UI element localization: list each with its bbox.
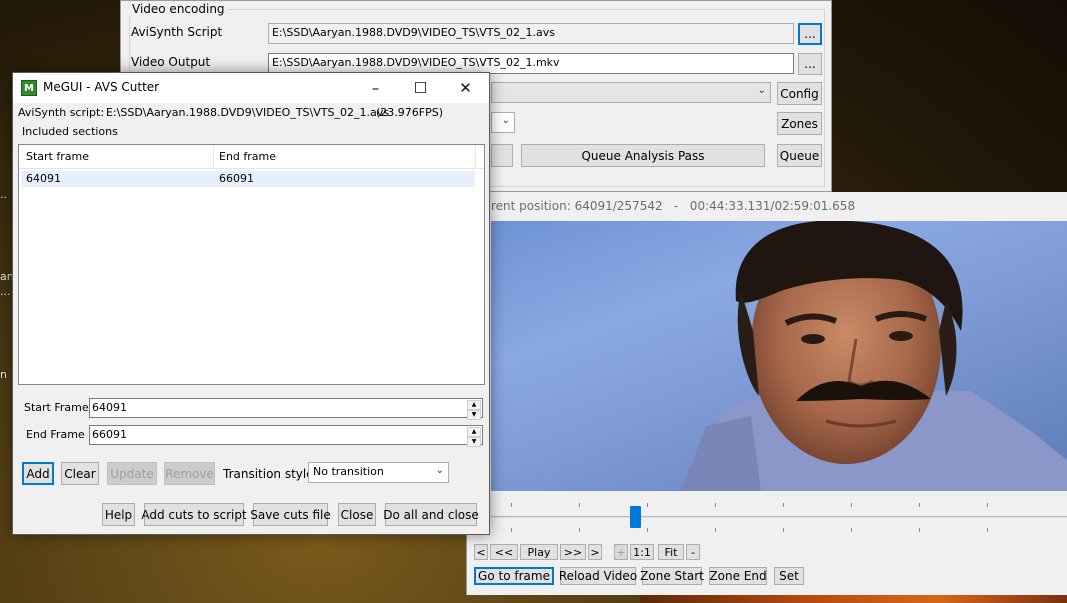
save-cuts-file-button[interactable]: Save cuts file	[250, 503, 331, 526]
dialog-title: MeGUI - AVS Cutter	[43, 80, 160, 94]
column-divider[interactable]	[475, 145, 476, 169]
update-button[interactable]: Update	[107, 462, 157, 485]
end-frame-label: End Frame	[26, 428, 85, 441]
video-frame	[491, 221, 1067, 491]
cell-start-frame: 64091	[26, 172, 61, 185]
remove-button[interactable]: Remove	[164, 462, 215, 485]
close-icon[interactable]: ✕	[443, 73, 488, 103]
clear-button[interactable]: Clear	[61, 462, 99, 485]
avisynth-script-field[interactable]: E:\SSD\Aaryan.1988.DVD9\VIDEO_TS\VTS_02_…	[268, 23, 794, 44]
megui-app-icon: M	[21, 80, 37, 96]
tick-mark	[987, 528, 988, 532]
config-button[interactable]: Config	[777, 82, 822, 105]
list-item[interactable]: 64091 66091	[21, 171, 475, 187]
start-frame-spinner[interactable]: 64091 ▲ ▼	[89, 398, 483, 420]
video-frame-image	[681, 221, 1067, 491]
video-encoding-group-title: Video encoding	[129, 2, 228, 16]
dialog-titlebar[interactable]: M MeGUI - AVS Cutter – ☐ ✕	[13, 73, 489, 103]
transition-style-label: Transition style	[223, 467, 314, 481]
chevron-down-icon: ⌄	[435, 465, 444, 476]
codec-dropdown[interactable]: ⌄	[491, 82, 771, 103]
tick-mark	[783, 528, 784, 532]
frame-trackbar[interactable]	[491, 516, 1067, 518]
trackbar-thumb[interactable]	[629, 506, 641, 528]
file-type-dropdown[interactable]: ⌄	[491, 112, 515, 133]
actual-size-button[interactable]: 1:1	[630, 544, 654, 560]
tick-mark	[511, 528, 512, 532]
tick-mark	[647, 528, 648, 532]
tick-mark	[783, 503, 784, 507]
tick-mark	[851, 528, 852, 532]
desktop-text-fragment: n	[0, 368, 7, 381]
partial-button[interactable]	[491, 144, 513, 167]
transition-style-value: No transition	[313, 465, 384, 478]
zoom-in-button[interactable]: +	[614, 544, 628, 560]
column-divider[interactable]	[213, 145, 214, 169]
spinner-arrows-icon[interactable]: ▲ ▼	[467, 427, 481, 447]
fps-value: (23.976FPS)	[376, 106, 444, 119]
browse-avisynth-button[interactable]: ...	[798, 23, 822, 45]
tick-mark	[715, 528, 716, 532]
cell-end-frame: 66091	[219, 172, 254, 185]
do-all-and-close-button[interactable]: Do all and close	[383, 503, 479, 526]
tick-mark	[579, 528, 580, 532]
zone-start-button[interactable]: Zone Start	[640, 567, 704, 585]
avisynth-script-label: AviSynth script:	[18, 106, 105, 119]
end-frame-spinner[interactable]: 66091 ▲ ▼	[89, 425, 483, 447]
tick-mark	[919, 528, 920, 532]
maximize-icon[interactable]: ☐	[398, 73, 443, 103]
tick-mark	[919, 503, 920, 507]
help-button[interactable]: Help	[102, 503, 135, 526]
desktop-text-fragment: ...	[0, 285, 11, 298]
current-position-text: rent position: 64091/257542 - 00:44:33.1…	[491, 199, 856, 213]
avisynth-script-label: AviSynth Script	[131, 25, 223, 39]
start-frame-value: 64091	[92, 401, 127, 414]
video-output-label: Video Output	[131, 55, 211, 69]
fit-button[interactable]: Fit	[658, 544, 684, 560]
close-button[interactable]: Close	[338, 503, 376, 526]
fast-forward-button[interactable]: >>	[560, 544, 586, 560]
add-cuts-to-script-button[interactable]: Add cuts to script	[141, 503, 247, 526]
chevron-down-icon: ⌄	[757, 85, 766, 96]
zones-button[interactable]: Zones	[777, 112, 822, 135]
included-sections-label: Included sections	[22, 125, 118, 138]
avs-cutter-dialog: M MeGUI - AVS Cutter – ☐ ✕ AviSynth scri…	[12, 72, 490, 535]
rewind-button[interactable]: <<	[490, 544, 518, 560]
tick-mark	[511, 503, 512, 507]
tick-mark	[715, 503, 716, 507]
list-header: Start frame End frame	[19, 145, 484, 169]
play-button[interactable]: Play	[520, 544, 558, 560]
included-sections-list[interactable]: Start frame End frame 64091 66091	[18, 144, 485, 385]
start-frame-label: Start Frame	[24, 401, 89, 414]
reload-video-button[interactable]: Reload Video	[559, 567, 637, 585]
browse-output-button[interactable]: ...	[798, 53, 822, 75]
tick-mark	[851, 503, 852, 507]
add-button[interactable]: Add	[22, 462, 54, 485]
next-frame-button[interactable]: >	[588, 544, 602, 560]
tick-mark	[987, 503, 988, 507]
video-preview-window: rent position: 64091/257542 - 00:44:33.1…	[466, 192, 1067, 595]
prev-frame-button[interactable]: <	[474, 544, 488, 560]
minimize-icon[interactable]: –	[353, 73, 398, 103]
tick-mark	[579, 503, 580, 507]
video-output-field[interactable]: E:\SSD\Aaryan.1988.DVD9\VIDEO_TS\VTS_02_…	[268, 53, 794, 74]
go-to-frame-button[interactable]: Go to frame	[474, 567, 554, 585]
zoom-out-button[interactable]: -	[686, 544, 700, 560]
transition-style-dropdown[interactable]: No transition ⌄	[308, 462, 449, 483]
spinner-arrows-icon[interactable]: ▲ ▼	[467, 400, 481, 420]
tick-mark	[647, 503, 648, 507]
desktop-text-fragment: ..	[0, 188, 7, 201]
end-frame-value: 66091	[92, 428, 127, 441]
column-header-end-frame[interactable]: End frame	[219, 150, 276, 163]
queue-button[interactable]: Queue	[777, 144, 822, 167]
column-header-start-frame[interactable]: Start frame	[26, 150, 89, 163]
set-button[interactable]: Set	[774, 567, 804, 585]
queue-analysis-pass-button[interactable]: Queue Analysis Pass	[521, 144, 765, 167]
chevron-down-icon: ⌄	[501, 115, 510, 126]
avisynth-script-path: E:\SSD\Aaryan.1988.DVD9\VIDEO_TS\VTS_02_…	[106, 106, 389, 119]
zone-end-button[interactable]: Zone End	[709, 567, 767, 585]
